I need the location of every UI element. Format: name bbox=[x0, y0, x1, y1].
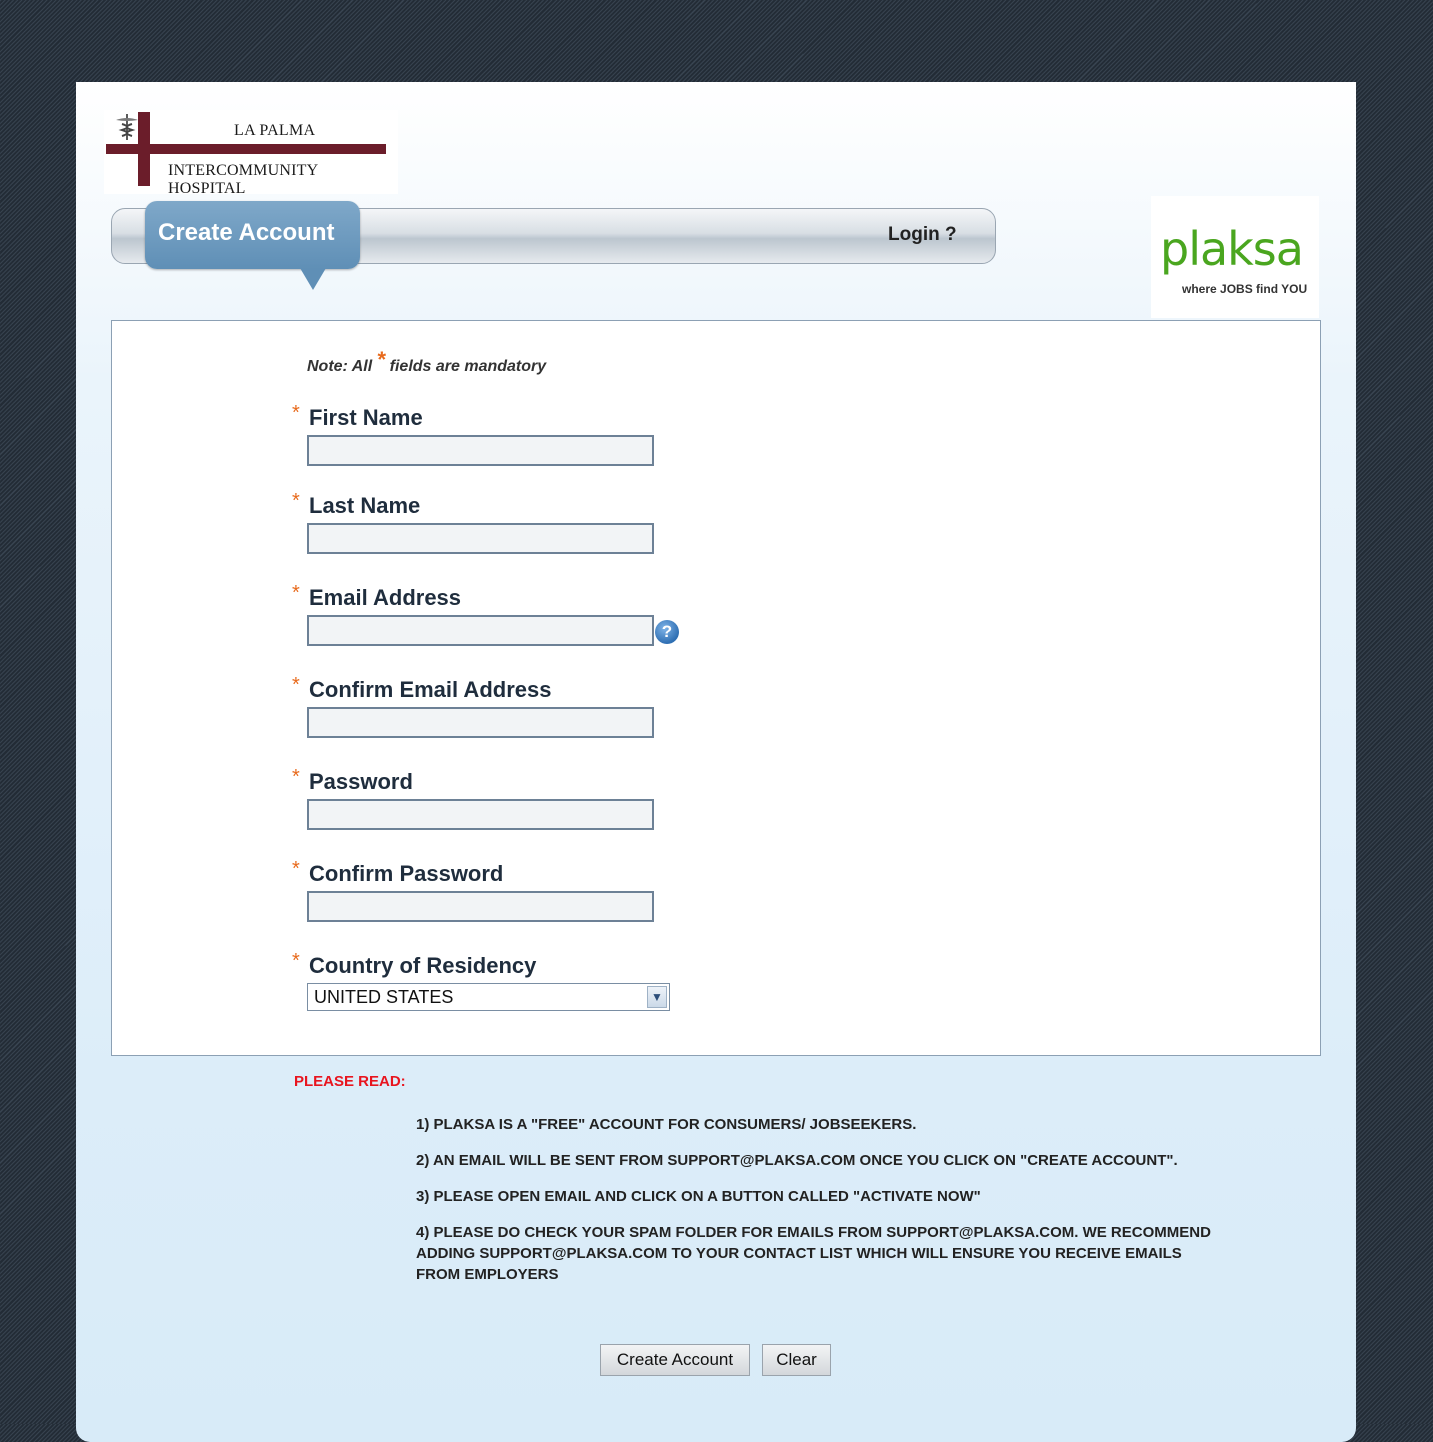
required-star: * bbox=[292, 858, 300, 880]
required-star: * bbox=[292, 766, 300, 788]
tab-pointer-arrow bbox=[300, 268, 326, 290]
notice-item: 4) PLEASE DO CHECK YOUR SPAM FOLDER FOR … bbox=[416, 1224, 1211, 1283]
mandatory-note: Note: All * fields are mandatory bbox=[307, 347, 547, 377]
last-name-label: Last Name bbox=[309, 493, 421, 518]
required-star: * bbox=[292, 950, 300, 972]
required-star: * bbox=[292, 582, 300, 604]
note-required-star: * bbox=[376, 347, 386, 372]
last-name-input[interactable] bbox=[307, 523, 654, 554]
plaksa-tagline: where JOBS find YOU bbox=[1182, 282, 1308, 296]
plaksa-logo: plaksa where JOBS find YOU bbox=[1151, 196, 1319, 318]
help-icon[interactable]: ? bbox=[655, 620, 679, 644]
required-star: * bbox=[292, 402, 300, 424]
create-account-button[interactable]: Create Account bbox=[600, 1344, 750, 1376]
email-label: Email Address bbox=[309, 585, 462, 610]
clear-button[interactable]: Clear bbox=[762, 1344, 831, 1376]
note-text-after: fields are mandatory bbox=[385, 358, 547, 375]
note-text-before: Note: All bbox=[307, 358, 373, 375]
confirm-email-label: Confirm Email Address bbox=[309, 677, 552, 702]
password-input[interactable] bbox=[307, 799, 654, 830]
required-star: * bbox=[292, 490, 300, 512]
confirm-email-input[interactable] bbox=[307, 707, 654, 738]
login-link[interactable]: Login ? bbox=[888, 224, 957, 246]
password-label: Password bbox=[309, 769, 413, 794]
logo-cross-horizontal bbox=[106, 144, 386, 154]
plaksa-brand-name: plaksa bbox=[1160, 222, 1304, 276]
hospital-name-line1: LA PALMA bbox=[234, 122, 316, 139]
confirm-password-label: Confirm Password bbox=[309, 861, 504, 886]
notice-item: 2) AN EMAIL WILL BE SENT FROM SUPPORT@PL… bbox=[416, 1152, 1178, 1169]
country-select-value: UNITED STATES bbox=[314, 987, 454, 1007]
email-input[interactable] bbox=[307, 615, 654, 646]
caduceus-icon bbox=[116, 114, 138, 140]
notice-item: 1) PLAKSA IS A "FREE" ACCOUNT FOR CONSUM… bbox=[416, 1116, 917, 1133]
hospital-logo: LA PALMA INTERCOMMUNITY HOSPITAL bbox=[104, 110, 398, 197]
registration-form: Note: All * fields are mandatory * First… bbox=[111, 320, 1321, 1056]
hospital-name-line2: INTERCOMMUNITY HOSPITAL bbox=[168, 162, 318, 197]
please-read-heading: PLEASE READ: bbox=[294, 1073, 406, 1090]
notice-item: 3) PLEASE OPEN EMAIL AND CLICK ON A BUTT… bbox=[416, 1188, 981, 1205]
tab-create-account[interactable]: Create Account bbox=[145, 201, 360, 269]
confirm-password-input[interactable] bbox=[307, 891, 654, 922]
notice-list: 1) PLAKSA IS A "FREE" ACCOUNT FOR CONSUM… bbox=[416, 1114, 1216, 1300]
required-star: * bbox=[292, 674, 300, 696]
chevron-down-icon[interactable]: ▼ bbox=[647, 986, 667, 1008]
country-label: Country of Residency bbox=[309, 953, 537, 978]
main-panel: LA PALMA INTERCOMMUNITY HOSPITAL Create … bbox=[76, 82, 1356, 1442]
first-name-label: First Name bbox=[309, 405, 423, 430]
first-name-input[interactable] bbox=[307, 435, 654, 466]
country-select[interactable]: UNITED STATES ▼ bbox=[307, 983, 670, 1011]
